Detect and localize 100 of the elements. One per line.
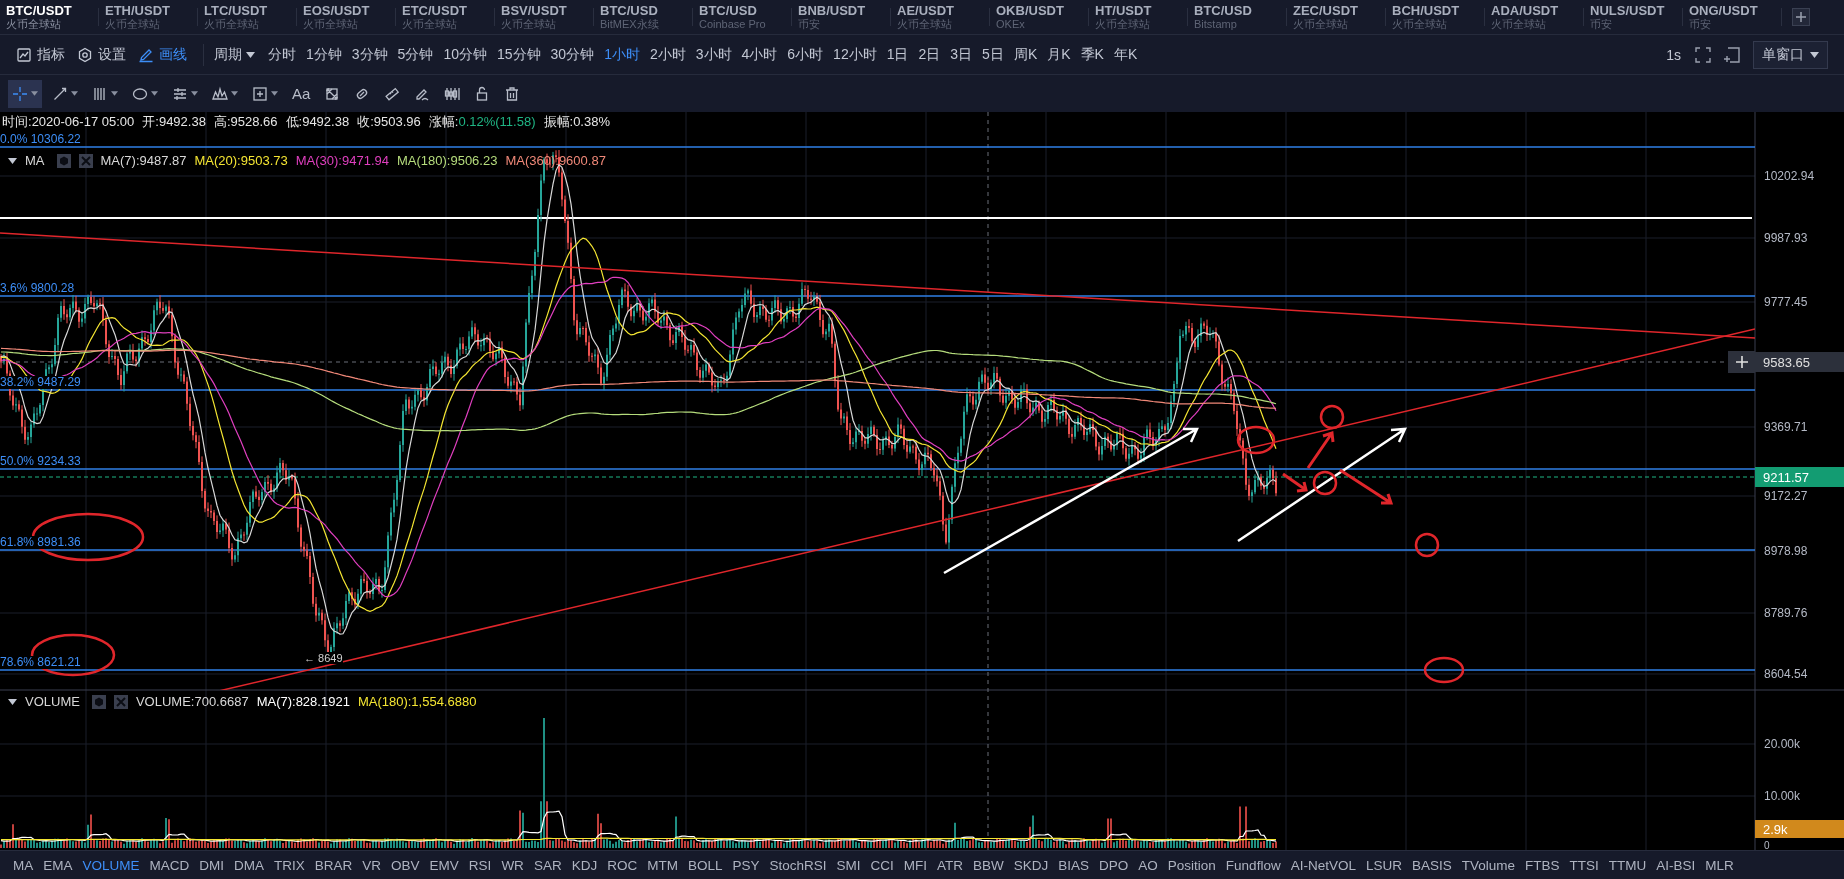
indicator-tab[interactable]: VR (357, 857, 387, 873)
drawing-tool-button[interactable] (8, 79, 42, 108)
market-tab[interactable]: ZEC/USDT 火币全球站 (1287, 0, 1386, 34)
new-window-button[interactable] (1723, 46, 1741, 63)
indicator-tab[interactable]: WR (496, 857, 529, 873)
candle-info: 时间:2020-06-17 05:00 (2, 114, 135, 129)
indicator-tab[interactable]: ROC (602, 857, 643, 873)
period-tab[interactable]: 2日 (913, 45, 946, 64)
indicator-tab[interactable]: MLR (1700, 857, 1739, 873)
period-tab[interactable]: 15分钟 (491, 45, 546, 64)
indicator-tab[interactable]: Position (1162, 857, 1221, 873)
indicator-tab[interactable]: ATR (932, 857, 968, 873)
period-tab[interactable]: 3分钟 (346, 45, 393, 64)
add-alert-button[interactable] (1728, 351, 1755, 373)
indicator-tab[interactable]: KDJ (566, 857, 603, 873)
indicator-tab[interactable]: SKDJ (1008, 857, 1054, 873)
window-mode-dropdown[interactable]: 单窗口 (1753, 40, 1828, 69)
indicator-tab[interactable]: SMI (831, 857, 866, 873)
price-axis-label: 9172.27 (1764, 489, 1808, 503)
period-tab[interactable]: 30分钟 (545, 45, 600, 64)
market-tab[interactable]: BTC/USD BitMEX永续 (594, 0, 693, 34)
indicator-tab[interactable]: BOLL (682, 857, 728, 873)
market-tab[interactable]: LTC/USDT 火币全球站 (198, 0, 297, 34)
toolbar-button[interactable]: 画线 (132, 45, 193, 64)
market-tab[interactable]: ONG/USDT 币安 (1683, 0, 1782, 34)
period-tab[interactable]: 3日 (945, 45, 978, 64)
period-tab[interactable]: 2小时 (644, 45, 691, 64)
indicator-tab[interactable]: PSY (727, 857, 765, 873)
indicator-title: MA (25, 153, 45, 168)
market-tab[interactable]: BTC/USDT 火币全球站 (0, 0, 99, 34)
period-dropdown[interactable]: 周期 (214, 45, 263, 64)
market-tab[interactable]: OKB/USDT OKEx (990, 0, 1089, 34)
indicator-tab[interactable]: FTBS (1520, 857, 1565, 873)
indicator-tab[interactable]: DMA (229, 857, 270, 873)
fib-level-label: 78.6% 8621.21 (0, 656, 81, 669)
toolbar-button[interactable]: 指标 (10, 45, 71, 64)
indicator-tab[interactable]: OBV (386, 857, 425, 873)
market-tab[interactable]: BTC/USD Coinbase Pro (693, 0, 792, 34)
indicator-tab[interactable]: MTM (642, 857, 683, 873)
period-tab[interactable]: 5分钟 (392, 45, 439, 64)
fullscreen-button[interactable] (1695, 46, 1711, 63)
period-tab[interactable]: 10分钟 (438, 45, 492, 64)
indicator-tab[interactable]: BIAS (1053, 857, 1095, 873)
indicator-tab[interactable]: Fundflow (1220, 857, 1286, 873)
indicator-value: MA(20):9503.73 (194, 153, 288, 168)
period-tab[interactable]: 周K (1008, 45, 1043, 64)
low-price-label: ← 8649 (304, 652, 343, 664)
market-tab[interactable]: EOS/USDT 火币全球站 (297, 0, 396, 34)
trash-icon (504, 85, 521, 102)
toolbar-button[interactable]: 设置 (71, 45, 132, 64)
period-tab[interactable]: 3小时 (690, 45, 737, 64)
indicator-tab[interactable]: DPO (1094, 857, 1134, 873)
market-tab[interactable]: BNB/USDT 币安 (792, 0, 891, 34)
market-tab[interactable]: BCH/USDT 火币全球站 (1386, 0, 1485, 34)
market-tab[interactable]: BTC/USD Bitstamp (1188, 0, 1287, 34)
market-tab[interactable]: AE/USDT 火币全球站 (891, 0, 990, 34)
plus-icon (1796, 12, 1806, 22)
indicator-tab[interactable]: DMI (194, 857, 230, 873)
indicator-tab[interactable]: TVolume (1456, 857, 1520, 873)
period-tab[interactable]: 季K (1075, 45, 1109, 64)
period-tab[interactable]: 1日 (881, 45, 914, 64)
crosshair-price-label: 9583.65 (1755, 352, 1844, 372)
market-tab[interactable]: NULS/USDT 币安 (1584, 0, 1683, 34)
indicator-tab[interactable]: VOLUME (77, 857, 145, 873)
indicator-tab[interactable]: BBW (968, 857, 1009, 873)
indicator-tab[interactable]: MA (8, 857, 39, 873)
period-tab[interactable]: 1分钟 (301, 45, 347, 64)
indicator-tab[interactable]: TTMU (1603, 857, 1652, 873)
indicator-tab[interactable]: CCI (865, 857, 899, 873)
indicator-tab[interactable]: RSI (463, 857, 497, 873)
market-tab[interactable]: ETC/USDT 火币全球站 (396, 0, 495, 34)
indicator-tab[interactable]: LSUR (1360, 857, 1407, 873)
indicator-tab[interactable]: BASIS (1406, 857, 1457, 873)
period-tab[interactable]: 6小时 (782, 45, 829, 64)
indicator-tab[interactable]: TRIX (269, 857, 310, 873)
indicator-tab[interactable]: AI-NetVOL (1285, 857, 1361, 873)
indicator-tab[interactable]: AI-BSI (1651, 857, 1701, 873)
period-tab[interactable]: 分时 (263, 45, 301, 64)
indicator-tab[interactable]: MFI (898, 857, 932, 873)
add-button[interactable] (1792, 8, 1810, 26)
market-tab[interactable]: ADA/USDT 火币全球站 (1485, 0, 1584, 34)
settings-icon (77, 46, 93, 63)
period-tab[interactable]: 月K (1042, 45, 1076, 64)
indicator-tab[interactable]: SAR (528, 857, 567, 873)
market-tab[interactable]: BSV/USDT 火币全球站 (495, 0, 594, 34)
market-tab[interactable]: ETH/USDT 火币全球站 (99, 0, 198, 34)
indicator-tab[interactable]: BRAR (309, 857, 358, 873)
indicator-tab[interactable]: StochRSI (764, 857, 832, 873)
period-tab[interactable]: 4小时 (736, 45, 783, 64)
period-tab[interactable]: 年K (1108, 45, 1143, 64)
indicator-tab[interactable]: EMA (38, 857, 78, 873)
market-tab[interactable]: HT/USDT 火币全球站 (1089, 0, 1188, 34)
drawing-tool-button[interactable]: Aa (288, 79, 315, 108)
period-tab[interactable]: 1小时 (599, 45, 645, 64)
period-tab[interactable]: 5日 (977, 45, 1009, 64)
indicator-tab[interactable]: AO (1133, 857, 1163, 873)
indicator-tab[interactable]: TTSI (1564, 857, 1604, 873)
indicator-tab[interactable]: EMV (424, 857, 464, 873)
indicator-tab[interactable]: MACD (144, 857, 195, 873)
period-tab[interactable]: 12小时 (828, 45, 882, 64)
